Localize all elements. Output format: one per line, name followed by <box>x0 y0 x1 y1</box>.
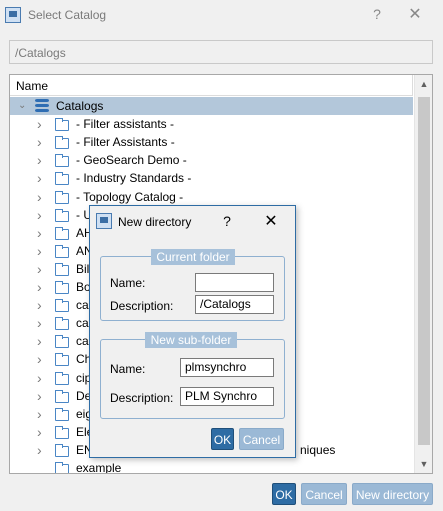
chevron-right-icon[interactable]: › <box>37 425 47 439</box>
chevron-right-icon[interactable]: › <box>37 190 47 204</box>
chevron-right-icon[interactable]: › <box>37 389 47 403</box>
tree-row[interactable]: example <box>10 459 413 474</box>
folder-icon <box>55 372 69 385</box>
dialog-title: New directory <box>118 215 192 229</box>
chevron-right-icon[interactable]: › <box>37 352 47 366</box>
folder-icon <box>55 444 69 457</box>
tree-item-label: ca <box>76 334 89 348</box>
current-name-field[interactable] <box>195 273 274 292</box>
folder-icon <box>55 408 69 421</box>
folder-icon <box>55 426 69 439</box>
chevron-right-icon[interactable]: › <box>37 171 47 185</box>
chevron-right-icon[interactable]: › <box>37 226 47 240</box>
tree-item-label: - Industry Standards - <box>76 171 192 185</box>
column-separator <box>412 75 413 96</box>
folder-icon <box>55 136 69 149</box>
new-name-field[interactable]: plmsynchro <box>180 358 274 377</box>
new-directory-button[interactable]: New directory <box>352 483 433 505</box>
folder-icon <box>55 227 69 240</box>
chevron-right-icon[interactable]: › <box>37 153 47 167</box>
folder-icon <box>55 118 69 131</box>
tree-item-label: ca <box>76 316 89 330</box>
tree-row[interactable]: › - Industry Standards - <box>10 169 413 187</box>
chevron-right-icon[interactable]: › <box>37 298 47 312</box>
new-directory-dialog: New directory ? ✕ Current folder Name: D… <box>89 205 296 458</box>
tree-item-label-tail: niques <box>300 443 336 457</box>
dialog-cancel-button[interactable]: Cancel <box>239 428 284 450</box>
chevron-right-icon[interactable]: › <box>37 135 47 149</box>
tree-item-label: - Filter assistants - <box>76 117 175 131</box>
chevron-right-icon[interactable]: › <box>37 334 47 348</box>
scroll-up-icon[interactable]: ▲ <box>415 79 432 89</box>
tree-item-label: - Topology Catalog - <box>76 190 184 204</box>
column-header-name[interactable]: Name <box>10 75 412 96</box>
tree-item-label: Bil <box>76 262 90 276</box>
current-name-label: Name: <box>110 276 146 290</box>
tree-item-label: example <box>76 461 122 474</box>
tree-row[interactable]: › - GeoSearch Demo - <box>10 151 413 169</box>
tree-item-label: - Filter Assistants - <box>76 135 175 149</box>
chevron-right-icon[interactable]: › <box>37 262 47 276</box>
current-folder-title: Current folder <box>151 249 235 265</box>
folder-icon <box>55 281 69 294</box>
tree-row-root[interactable]: ⌄ Catalogs <box>10 97 413 115</box>
new-description-field[interactable]: PLM Synchro <box>180 387 274 406</box>
chevron-right-icon[interactable]: › <box>37 407 47 421</box>
vertical-scrollbar[interactable]: ▲ ▼ <box>414 75 432 473</box>
tree-row[interactable]: › - Filter Assistants - <box>10 133 413 151</box>
new-sub-folder-group <box>100 339 285 419</box>
new-sub-folder-title: New sub-folder <box>145 332 237 348</box>
new-name-label: Name: <box>110 362 146 376</box>
folder-icon <box>55 191 69 204</box>
folder-icon <box>55 245 69 258</box>
tree-item-label: - GeoSearch Demo - <box>76 153 187 167</box>
path-field: /Catalogs <box>9 40 433 64</box>
folder-icon <box>55 263 69 276</box>
window-title: Select Catalog <box>28 8 107 22</box>
folder-icon <box>55 154 69 167</box>
close-button[interactable]: ✕ <box>404 4 426 26</box>
folder-icon <box>55 353 69 366</box>
folder-icon <box>55 172 69 185</box>
tree-row[interactable]: › - Topology Catalog - <box>10 188 413 206</box>
current-description-label: Description: <box>110 299 174 313</box>
chevron-right-icon[interactable]: › <box>37 371 47 385</box>
folder-icon <box>55 335 69 348</box>
folder-icon <box>55 317 69 330</box>
dialog-help-button[interactable]: ? <box>220 213 234 229</box>
cancel-button[interactable]: Cancel <box>301 483 347 505</box>
tree-item-label: ca <box>76 298 89 312</box>
chevron-down-icon[interactable]: ⌄ <box>18 99 28 113</box>
help-button[interactable]: ? <box>368 6 386 26</box>
app-icon <box>5 7 21 23</box>
chevron-right-icon[interactable]: › <box>37 117 47 131</box>
scroll-down-icon[interactable]: ▼ <box>415 459 432 469</box>
tree-row[interactable]: › - Filter assistants - <box>10 115 413 133</box>
dialog-ok-button[interactable]: OK <box>211 428 234 450</box>
scroll-thumb[interactable] <box>418 97 430 445</box>
title-bar: Select Catalog ? ✕ <box>0 0 443 32</box>
chevron-right-icon[interactable]: › <box>37 280 47 294</box>
chevron-right-icon[interactable]: › <box>37 443 47 457</box>
folder-icon <box>55 390 69 403</box>
tree-root-label: Catalogs <box>56 99 104 113</box>
folder-icon <box>55 462 69 473</box>
folder-icon <box>55 299 69 312</box>
chevron-right-icon[interactable]: › <box>37 208 47 222</box>
database-icon <box>35 99 49 112</box>
dialog-icon <box>96 213 112 229</box>
chevron-right-icon[interactable]: › <box>37 244 47 258</box>
ok-button[interactable]: OK <box>272 483 296 505</box>
folder-icon <box>55 209 69 222</box>
dialog-close-button[interactable]: ✕ <box>262 211 280 231</box>
new-description-label: Description: <box>110 391 174 405</box>
chevron-right-icon[interactable]: › <box>37 316 47 330</box>
current-description-field[interactable]: /Catalogs <box>195 295 274 314</box>
